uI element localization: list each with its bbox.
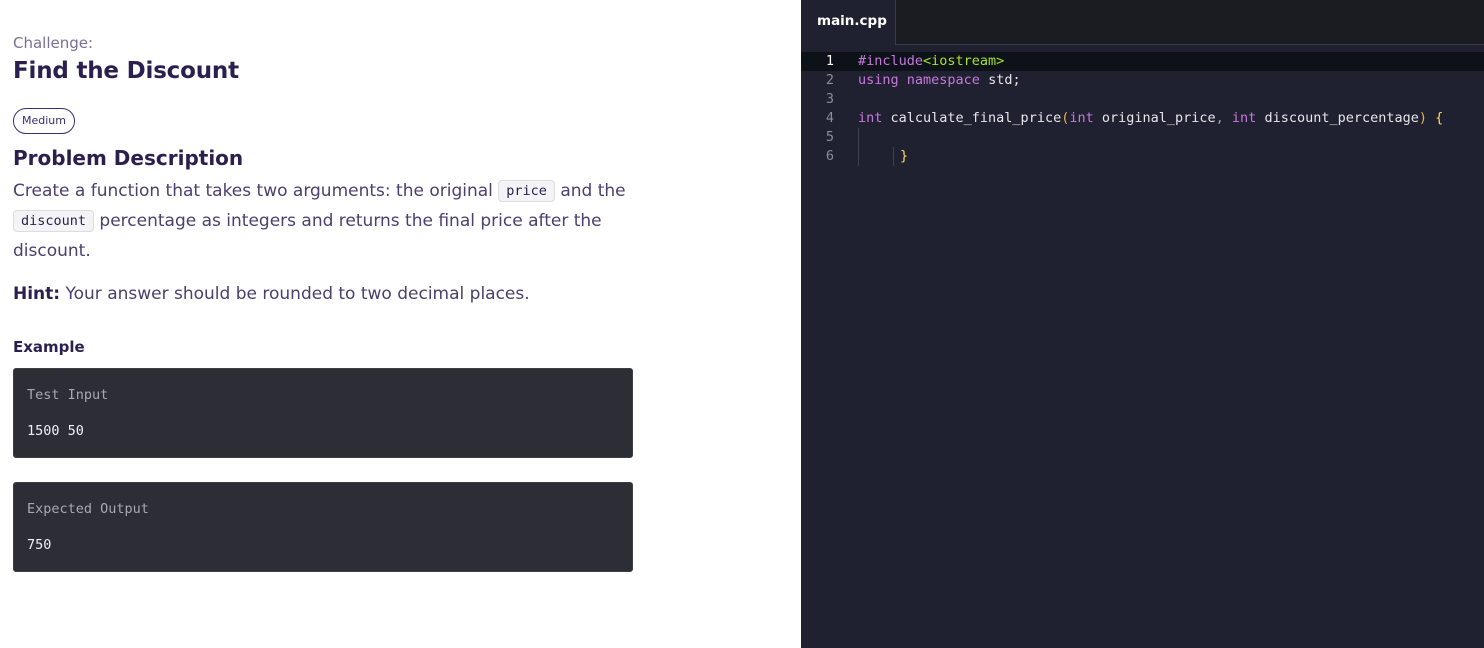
problem-panel: Challenge: Find the Discount Medium Prob… — [0, 0, 801, 648]
comma-token: , — [1215, 110, 1224, 126]
line-content: using namespace std; — [858, 71, 1021, 90]
section-title: Problem Description — [13, 146, 244, 170]
test-input-value: 1500 50 — [27, 423, 84, 439]
expected-output-value: 750 — [27, 537, 52, 553]
line-number: 2 — [825, 72, 834, 88]
code-line[interactable]: 3 — [801, 90, 1484, 109]
description-text-2: and the — [554, 181, 626, 201]
line-number: 4 — [825, 110, 834, 126]
indent-guide — [858, 128, 859, 147]
test-input-box: Test Input 1500 50 — [13, 368, 633, 458]
code-line[interactable]: 1 #include<iostream> — [801, 52, 1484, 71]
brace-token: { — [1427, 110, 1444, 126]
inline-code-price: price — [498, 180, 555, 202]
indent-guide — [893, 147, 894, 166]
brace-token: } — [900, 148, 909, 164]
line-number: 3 — [825, 91, 834, 107]
line-number: 5 — [825, 129, 834, 145]
hint-text: Your answer should be rounded to two dec… — [60, 284, 530, 304]
inline-code-discount: discount — [13, 210, 95, 232]
test-input-title: Test Input — [27, 387, 109, 403]
indent-guide — [858, 147, 859, 166]
function-name-token: calculate_final_price — [882, 110, 1062, 126]
challenge-title: Find the Discount — [13, 58, 239, 84]
code-line[interactable]: 5 — [801, 128, 1484, 147]
directive-token: #include — [858, 53, 924, 69]
expected-output-box: Expected Output 750 — [13, 482, 633, 572]
keyword-token: int — [1223, 110, 1257, 126]
hint: Hint: Your answer should be rounded to t… — [13, 284, 530, 304]
problem-description: Create a function that takes two argumen… — [13, 176, 653, 266]
header-token: <iostream> — [923, 53, 1005, 69]
description-text-3: percentage as integers and returns the f… — [13, 211, 602, 261]
tab-main-cpp[interactable]: main.cpp — [801, 0, 896, 45]
editor-tab-bar: main.cpp — [801, 0, 1484, 45]
paren-token: ) — [1418, 110, 1428, 126]
param-token: discount_percentage — [1256, 110, 1419, 126]
expected-output-title: Expected Output — [27, 501, 149, 517]
description-text-1: Create a function that takes two argumen… — [13, 181, 499, 201]
example-label: Example — [13, 338, 85, 356]
hint-label: Hint: — [13, 284, 61, 304]
challenge-label: Challenge: — [13, 34, 94, 52]
line-content: } — [900, 147, 908, 166]
difficulty-badge: Medium — [13, 108, 75, 134]
code-editor[interactable]: main.cpp 1 #include<iostream> 2 using na… — [801, 0, 1484, 648]
line-content: int calculate_final_price(int original_p… — [858, 109, 1443, 128]
line-number: 1 — [825, 53, 834, 69]
line-number: 6 — [825, 148, 834, 164]
line-content: #include<iostream> — [858, 52, 1004, 71]
keyword-token: int — [1069, 110, 1094, 126]
keyword-token: using — [858, 72, 899, 88]
code-area[interactable]: 1 #include<iostream> 2 using namespace s… — [801, 52, 1484, 166]
keyword-token: int — [858, 110, 883, 126]
identifier-token: std; — [979, 72, 1021, 88]
param-token: original_price — [1093, 110, 1216, 126]
keyword-token: namespace — [906, 72, 980, 88]
code-line[interactable]: 2 using namespace std; — [801, 71, 1484, 90]
code-line[interactable]: 6 } — [801, 147, 1484, 166]
code-line[interactable]: 4 int calculate_final_price(int original… — [801, 109, 1484, 128]
